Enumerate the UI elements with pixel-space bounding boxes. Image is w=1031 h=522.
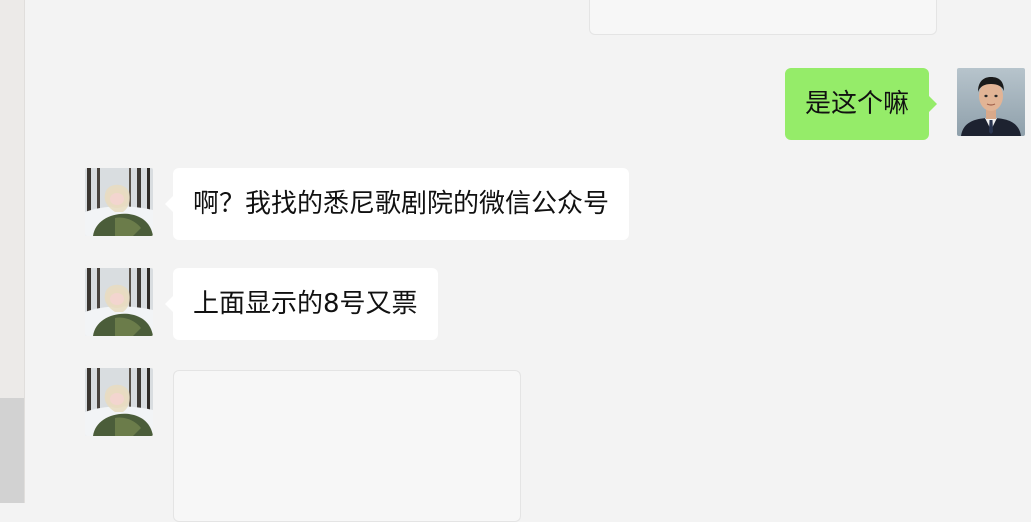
woman-in-snowy-forest-avatar[interactable]	[85, 268, 153, 336]
shared-card-message[interactable]	[589, 0, 937, 35]
message-bubble-incoming[interactable]: 啊？我找的悉尼歌剧院的微信公众号	[164, 168, 630, 240]
chat-message-area[interactable]: 是这个嘛 啊？我找的悉尼歌剧院的微信公众号 上面显示的8号又票	[25, 0, 1031, 522]
man-in-suit-avatar-icon	[957, 68, 1025, 136]
woman-in-snowy-forest-avatar-icon	[85, 168, 153, 236]
woman-in-snowy-forest-avatar[interactable]	[85, 168, 153, 236]
scrollbar-thumb[interactable]	[0, 398, 24, 503]
woman-in-snowy-forest-avatar[interactable]	[85, 368, 153, 436]
message-bubble-incoming[interactable]: 上面显示的8号又票	[165, 268, 438, 340]
woman-in-snowy-forest-avatar-icon	[85, 268, 153, 336]
conversation-list-edge	[0, 0, 25, 503]
man-in-suit-avatar[interactable]	[957, 68, 1025, 136]
message-bubble-outgoing[interactable]: 是这个嘛	[785, 68, 938, 140]
shared-card-message[interactable]	[173, 370, 521, 522]
woman-in-snowy-forest-avatar-icon	[85, 368, 153, 436]
